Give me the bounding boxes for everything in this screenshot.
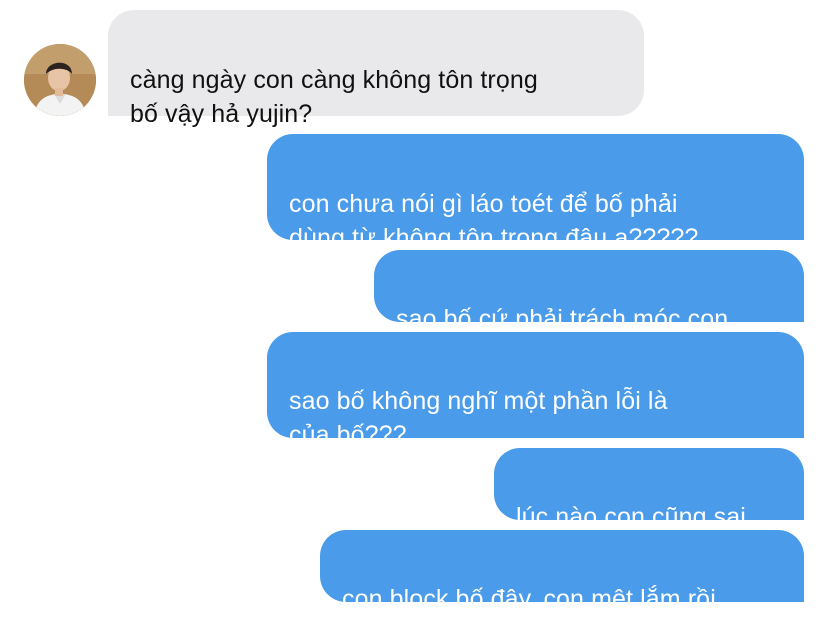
incoming-message-bubble[interactable]: càng ngày con càng không tôn trọng bố vậ… [108, 10, 644, 128]
outgoing-message-bubble[interactable]: con chưa nói gì láo toét để bố phải dùng… [267, 134, 804, 252]
message-text: lúc nào con cũng sai [516, 503, 746, 531]
avatar[interactable] [24, 44, 96, 116]
outgoing-message-bubble[interactable]: con block bố đây, con mệt lắm rồi [320, 530, 804, 613]
message-text: càng ngày con càng không tôn trọng bố vậ… [130, 66, 538, 128]
message-text: sao bố không nghĩ một phần lỗi là của bố… [289, 387, 668, 449]
message-text: con block bố đây, con mệt lắm rồi [342, 585, 716, 613]
outgoing-message-bubble[interactable]: lúc nào con cũng sai [494, 448, 804, 531]
message-text: con chưa nói gì láo toét để bố phải dùng… [289, 190, 699, 252]
profile-photo-icon [24, 44, 96, 116]
chat-thread: càng ngày con càng không tôn trọng bố vậ… [0, 0, 828, 619]
outgoing-message-bubble[interactable]: sao bố không nghĩ một phần lỗi là của bố… [267, 332, 804, 449]
message-text: sao bố cứ phải trách móc con [396, 305, 729, 333]
outgoing-message-bubble[interactable]: sao bố cứ phải trách móc con [374, 250, 804, 333]
